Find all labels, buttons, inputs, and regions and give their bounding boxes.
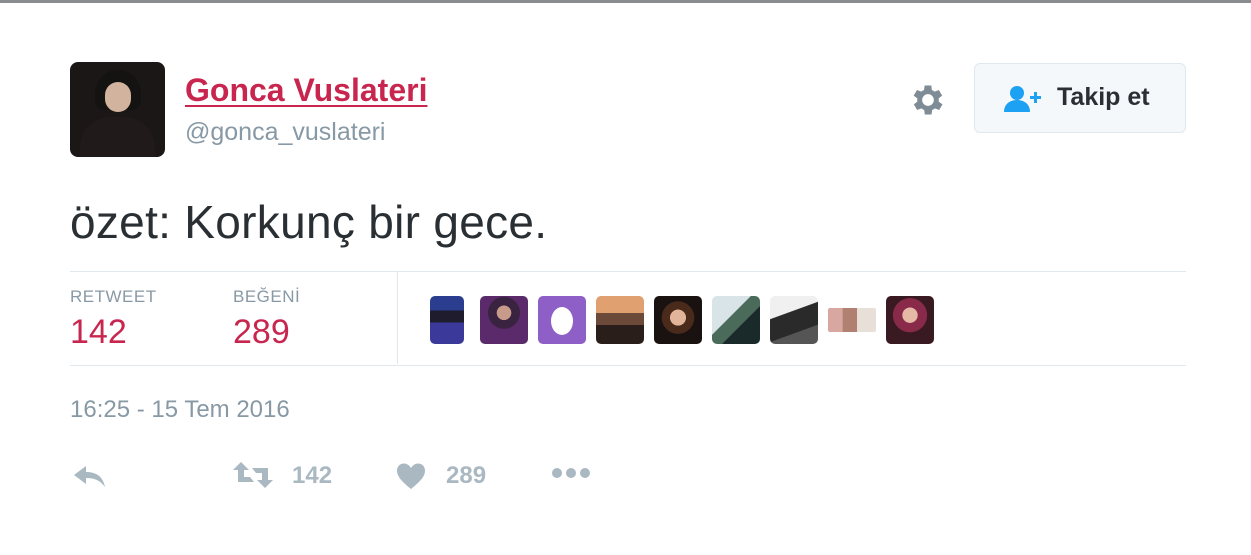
liker-avatar-1[interactable] — [430, 296, 464, 344]
user-handle: @gonca_vuslateri — [185, 118, 386, 146]
like-stat-count[interactable]: 289 — [233, 313, 290, 352]
avatar-face — [105, 82, 131, 112]
liker-avatar-6[interactable] — [712, 296, 760, 344]
like-action-count: 289 — [446, 462, 487, 489]
stats-divider-top — [70, 271, 1186, 272]
follow-button[interactable]: Takip et — [974, 63, 1186, 133]
liker-avatar-9[interactable] — [886, 296, 934, 344]
liker-avatar-4[interactable] — [596, 296, 644, 344]
reply-icon[interactable] — [72, 462, 108, 490]
liker-avatar-8[interactable] — [828, 308, 876, 332]
heart-icon[interactable] — [396, 462, 426, 490]
liker-avatar-3[interactable] — [538, 296, 586, 344]
display-name-link[interactable]: Gonca Vuslateri — [185, 72, 427, 109]
liker-avatar-5[interactable] — [654, 296, 702, 344]
avatar[interactable] — [70, 62, 165, 157]
more-options-icon[interactable] — [551, 466, 591, 480]
retweet-stat-label: RETWEET — [70, 287, 157, 306]
egg-icon — [551, 307, 573, 335]
liker-avatar-7[interactable] — [770, 296, 818, 344]
gear-icon[interactable] — [908, 80, 948, 120]
like-stat-label: BEĞENİ — [233, 287, 301, 306]
stats-divider-bottom — [70, 365, 1186, 366]
tweet-timestamp[interactable]: 16:25 - 15 Tem 2016 — [70, 396, 290, 424]
add-user-icon — [1004, 86, 1041, 112]
retweet-icon[interactable] — [232, 460, 274, 490]
retweet-action-count: 142 — [292, 462, 333, 489]
stats-divider-vertical — [397, 272, 398, 364]
top-border — [0, 0, 1251, 3]
tweet-text: özet: Korkunç bir gece. — [70, 196, 548, 248]
liker-avatar-2[interactable] — [480, 296, 528, 344]
avatar-body — [80, 117, 155, 157]
retweet-stat-count[interactable]: 142 — [70, 313, 127, 352]
follow-button-label: Takip et — [1057, 83, 1150, 111]
